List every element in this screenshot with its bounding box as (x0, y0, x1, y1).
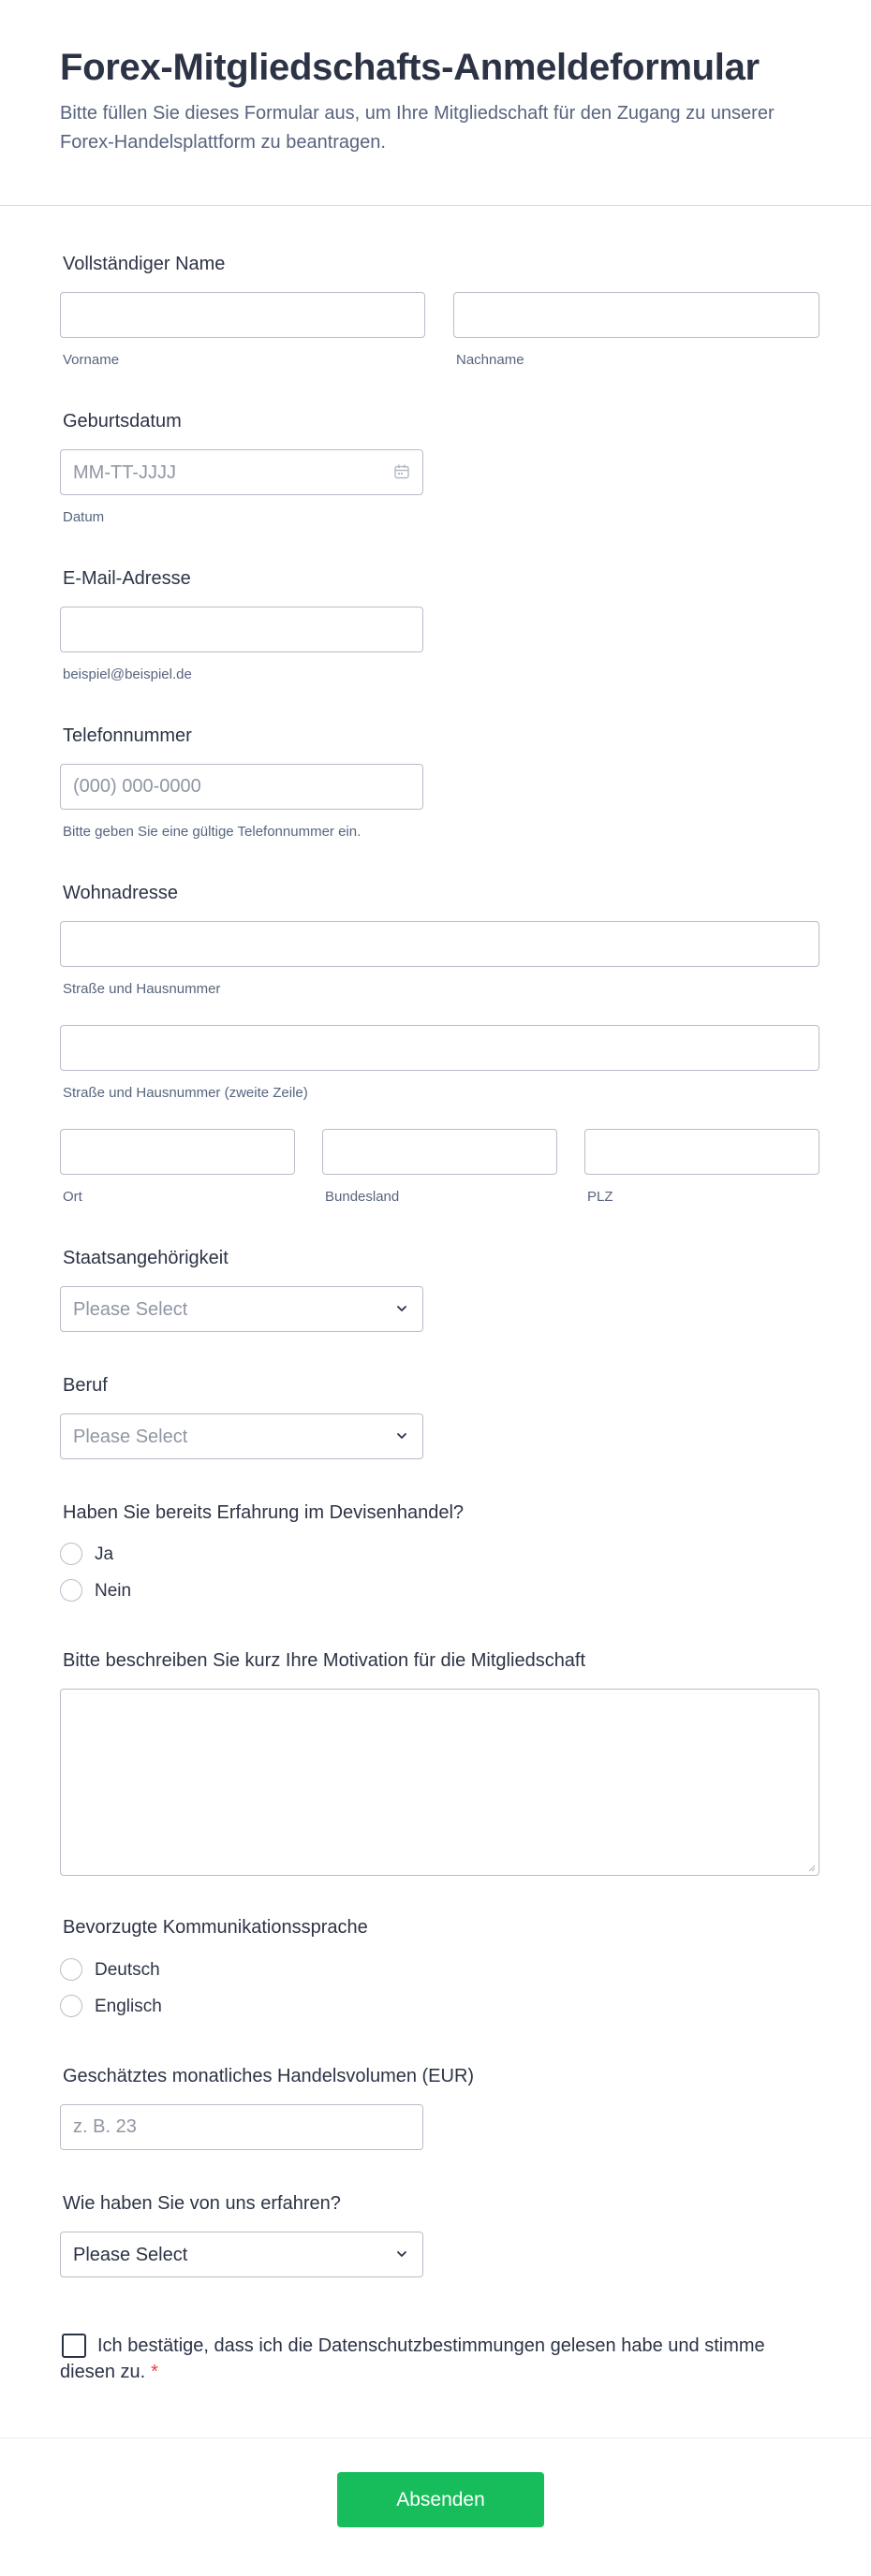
required-marker: * (151, 2362, 158, 2382)
street-sublabel: Straße und Hausnummer (63, 981, 221, 997)
nationality-select[interactable]: Please Select (60, 1286, 423, 1332)
language-label: Bevorzugte Kommunikationssprache (63, 1917, 368, 1938)
birthdate-field[interactable]: MM-TT-JJJJ (60, 449, 423, 495)
consent-text: Ich bestätige, dass ich die Datenschutzb… (60, 2333, 772, 2385)
motivation-textarea[interactable] (60, 1689, 819, 1876)
email-input[interactable] (60, 607, 423, 652)
street2-input[interactable] (60, 1025, 819, 1071)
email-label: E-Mail-Adresse (63, 568, 191, 589)
occupation-select-value: Please Select (73, 1427, 188, 1447)
city-sublabel: Ort (63, 1189, 82, 1205)
phone-label: Telefonnummer (63, 725, 192, 746)
radio-label: Englisch (95, 1997, 162, 2016)
motivation-label: Bitte beschreiben Sie kurz Ihre Motivati… (63, 1650, 586, 1671)
state-input[interactable] (322, 1129, 557, 1175)
street2-sublabel: Straße und Hausnummer (zweite Zeile) (63, 1085, 308, 1101)
submit-button[interactable]: Absenden (337, 2472, 544, 2527)
referral-label: Wie haben Sie von uns erfahren? (63, 2193, 341, 2214)
address-label: Wohnadresse (63, 883, 179, 903)
zip-sublabel: PLZ (587, 1189, 613, 1205)
resize-handle-icon[interactable] (806, 1863, 816, 1872)
last-name-sublabel: Nachname (456, 352, 524, 368)
chevron-down-icon (397, 2251, 406, 2257)
phone-input[interactable] (60, 764, 423, 810)
form-title: Forex-Mitgliedschafts-Anmeldeformular (60, 47, 760, 88)
referral-select[interactable]: Please Select (60, 2232, 423, 2277)
experience-label: Haben Sie bereits Erfahrung im Devisenha… (63, 1502, 465, 1523)
birthdate-sublabel: Datum (63, 509, 105, 525)
state-sublabel: Bundesland (325, 1189, 400, 1205)
last-name-input[interactable] (453, 292, 819, 338)
radio-label: Ja (95, 1544, 114, 1564)
radio-label: Deutsch (95, 1960, 160, 1980)
email-sublabel: beispiel@beispiel.de (63, 666, 192, 682)
first-name-sublabel: Vorname (63, 352, 120, 368)
radio-button[interactable] (60, 1958, 82, 1981)
zip-input[interactable] (584, 1129, 819, 1175)
consent-label: Ich bestätige, dass ich die Datenschutzb… (60, 2335, 765, 2382)
birthdate-label: Geburtsdatum (63, 411, 182, 432)
radio-button[interactable] (60, 1543, 82, 1565)
radio-button[interactable] (60, 1995, 82, 2017)
occupation-select[interactable]: Please Select (60, 1413, 423, 1459)
calendar-icon[interactable] (393, 463, 410, 486)
radio-button[interactable] (60, 1579, 82, 1602)
city-input[interactable] (60, 1129, 295, 1175)
street-input[interactable] (60, 921, 819, 967)
first-name-input[interactable] (60, 292, 425, 338)
phone-sublabel: Bitte geben Sie eine gültige Telefonnumm… (63, 824, 362, 840)
chevron-down-icon (397, 1433, 406, 1439)
radio-label: Nein (95, 1581, 132, 1601)
volume-label: Geschätztes monatliches Handelsvolumen (… (63, 2066, 475, 2086)
birthdate-placeholder: MM-TT-JJJJ (73, 462, 176, 483)
full-name-label: Vollständiger Name (63, 254, 226, 274)
nationality-label: Staatsangehörigkeit (63, 1248, 229, 1268)
chevron-down-icon (397, 1306, 406, 1311)
volume-input[interactable] (60, 2104, 423, 2150)
occupation-label: Beruf (63, 1375, 108, 1396)
referral-select-value: Please Select (73, 2245, 188, 2265)
footer-divider (0, 2437, 871, 2438)
form-subtitle: Bitte füllen Sie dieses Formular aus, um… (60, 103, 775, 153)
nationality-select-value: Please Select (73, 1299, 188, 1320)
form-header: Forex-Mitgliedschafts-Anmeldeformular Bi… (0, 0, 871, 206)
